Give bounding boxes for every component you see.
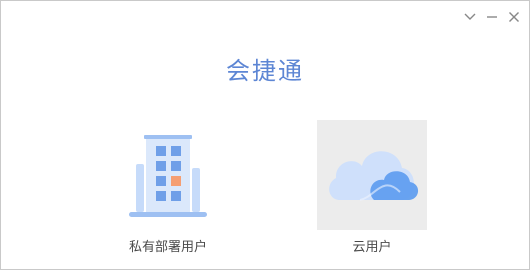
private-deployment-option[interactable]: 私有部署用户 [113, 120, 223, 255]
building-icon [129, 135, 207, 217]
close-icon [509, 12, 519, 22]
option-icon-box [317, 120, 427, 230]
chevron-down-icon [464, 13, 476, 20]
collapse-button[interactable] [459, 7, 481, 27]
app-title: 会捷通 [226, 57, 304, 85]
window-controls [459, 7, 525, 27]
option-label: 私有部署用户 [128, 240, 207, 255]
minimize-button[interactable] [481, 7, 503, 27]
cloud-icon [329, 151, 419, 201]
app-window: 会捷通 私有部署用户 云用户 [0, 0, 530, 270]
option-label: 云用户 [352, 240, 392, 255]
close-button[interactable] [503, 7, 525, 27]
minimize-icon [487, 16, 497, 18]
cloud-user-option[interactable]: 云用户 [317, 120, 427, 255]
option-icon-box [113, 120, 223, 230]
